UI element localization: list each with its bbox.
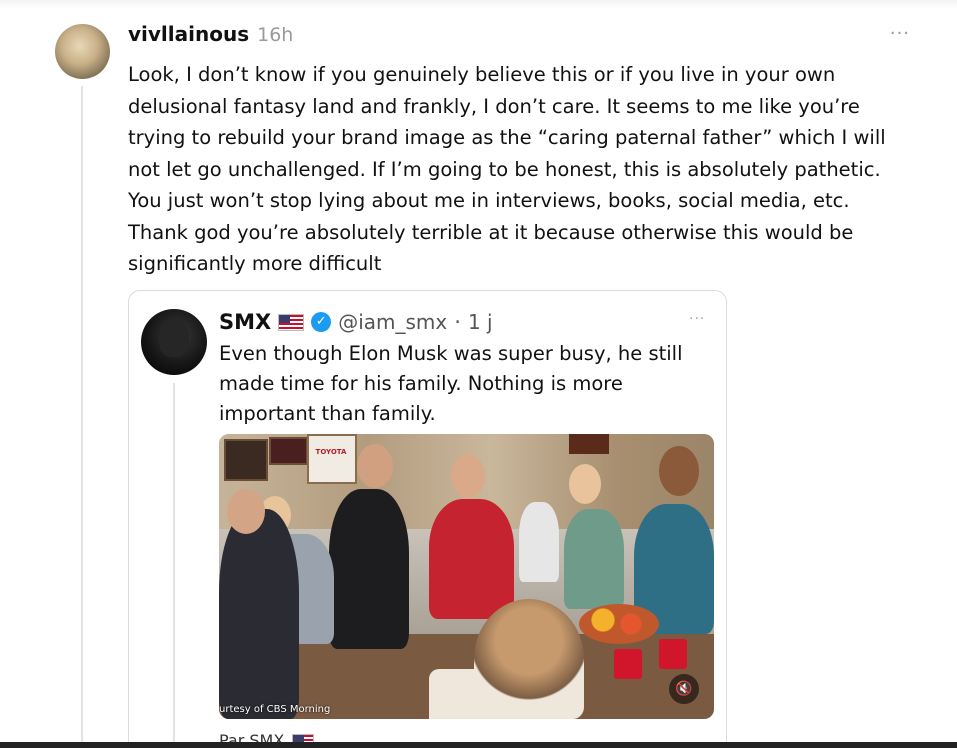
quoted-post-header: SMX ✓ @iam_smx · 1 j — [219, 309, 493, 335]
timestamp[interactable]: 16h — [257, 24, 293, 46]
quoted-avatar[interactable] — [141, 309, 207, 375]
verified-badge-icon: ✓ — [311, 312, 332, 332]
more-options-icon[interactable]: ··· — [689, 311, 705, 327]
video-thumbnail[interactable]: TOYOTA urtesy of CBS Morning 🔇 — [219, 434, 714, 719]
post-header: vivllainous 16h — [128, 22, 293, 52]
video-caption: urtesy of CBS Morning — [219, 704, 331, 715]
bottom-edge — [0, 742, 957, 748]
top-edge — [0, 0, 957, 8]
quoted-username[interactable]: SMX — [219, 309, 271, 335]
avatar[interactable] — [55, 24, 110, 79]
quoted-post-card[interactable]: SMX ✓ @iam_smx · 1 j ··· Even though Elo… — [128, 290, 727, 748]
more-options-icon[interactable]: ··· — [888, 24, 912, 44]
separator-dot: · — [454, 310, 461, 334]
post-text: Look, I don’t know if you genuinely beli… — [128, 63, 886, 275]
username[interactable]: vivllainous — [128, 22, 249, 46]
quoted-thread-line — [173, 383, 175, 748]
thread-line — [81, 86, 83, 748]
quoted-handle[interactable]: @iam_smx — [338, 309, 447, 335]
threads-page: vivllainous 16h ··· Look, I don’t know i… — [0, 0, 957, 748]
us-flag-icon — [278, 313, 305, 331]
sign-text: TOYOTA — [315, 448, 347, 456]
quoted-timestamp[interactable]: 1 j — [468, 309, 493, 335]
quoted-post-text: Even though Elon Musk was super busy, he… — [219, 342, 683, 425]
speaker-muted-icon[interactable]: 🔇 — [669, 674, 699, 704]
